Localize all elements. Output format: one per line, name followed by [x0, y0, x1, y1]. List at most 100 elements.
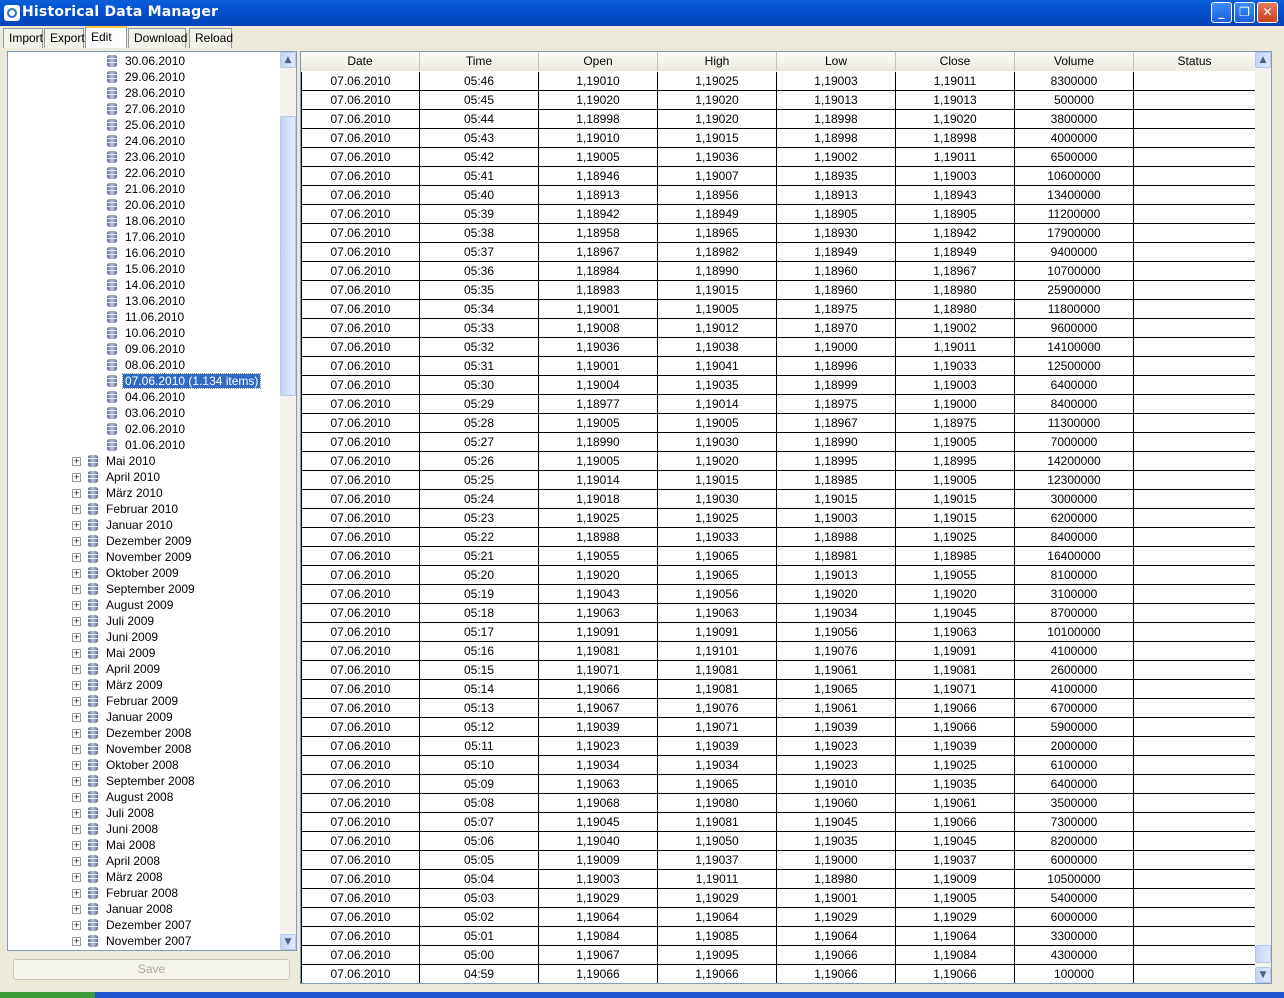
table-cell[interactable]: 6400000 [1015, 775, 1134, 794]
tree-day-item[interactable]: 23.06.2010 [107, 149, 185, 165]
table-cell[interactable]: 07.06.2010 [301, 395, 420, 414]
tree-day-item[interactable]: 14.06.2010 [107, 277, 185, 293]
tree-day-item[interactable]: 03.06.2010 [107, 405, 185, 421]
table-cell[interactable]: 1,19034 [539, 756, 658, 775]
tree-month-item[interactable]: + April 2010 [72, 469, 160, 485]
table-row[interactable]: 07.06.2010 05:41 1,18946 1,19007 1,18935 1,19… [301, 167, 1256, 186]
expand-plus-icon[interactable]: + [72, 633, 81, 642]
table-cell[interactable]: 1,19084 [896, 946, 1015, 965]
table-cell[interactable]: 1,18975 [896, 414, 1015, 433]
tree-day-item[interactable]: 10.06.2010 [107, 325, 185, 341]
table-cell[interactable]: 1,19011 [896, 72, 1015, 91]
tree-month-item[interactable]: + Mai 2009 [72, 645, 155, 661]
table-cell[interactable]: 14100000 [1015, 338, 1134, 357]
table-cell[interactable]: 1,18960 [777, 262, 896, 281]
table-cell[interactable]: 1,19091 [539, 623, 658, 642]
column-header[interactable]: Open [539, 52, 658, 71]
table-cell[interactable]: 1,19020 [777, 585, 896, 604]
tree-month-item[interactable]: + Oktober 2009 [72, 565, 179, 581]
table-cell[interactable]: 1,18983 [539, 281, 658, 300]
table-cell[interactable]: 1,19005 [658, 300, 777, 319]
table-cell[interactable]: 1,19010 [539, 72, 658, 91]
table-cell[interactable]: 1,19095 [658, 946, 777, 965]
table-cell[interactable]: 07.06.2010 [301, 376, 420, 395]
table-cell[interactable]: 1,19061 [896, 794, 1015, 813]
table-cell[interactable]: 1,19000 [896, 395, 1015, 414]
table-cell[interactable]: 07.06.2010 [301, 623, 420, 642]
table-cell[interactable]: 07.06.2010 [301, 566, 420, 585]
table-cell[interactable]: 07.06.2010 [301, 319, 420, 338]
table-row[interactable]: 07.06.2010 05:33 1,19008 1,19012 1,18970 1,19… [301, 319, 1256, 338]
table-cell[interactable]: 07.06.2010 [301, 243, 420, 262]
expand-plus-icon[interactable]: + [72, 697, 81, 706]
table-row[interactable]: 07.06.2010 05:13 1,19067 1,19076 1,19061 1,19… [301, 699, 1256, 718]
tree-month-item[interactable]: + August 2008 [72, 789, 173, 805]
table-cell[interactable]: 1,19071 [896, 680, 1015, 699]
tree-month-item[interactable]: + Mai 2008 [72, 837, 155, 853]
expand-plus-icon[interactable]: + [72, 649, 81, 658]
tree-month-item[interactable]: + Oktober 2008 [72, 757, 179, 773]
table-cell[interactable]: 1,19038 [658, 338, 777, 357]
table-cell[interactable]: 1,19065 [658, 775, 777, 794]
table-cell[interactable] [1134, 205, 1256, 224]
table-cell[interactable]: 1,19005 [896, 889, 1015, 908]
grid-scrollbar[interactable]: ▲ ▼ [1255, 52, 1271, 983]
expand-plus-icon[interactable]: + [72, 825, 81, 834]
tree-month-item[interactable]: + Mai 2010 [72, 453, 155, 469]
table-cell[interactable]: 05:20 [420, 566, 539, 585]
table-cell[interactable]: 1,18930 [777, 224, 896, 243]
expand-plus-icon[interactable]: + [72, 809, 81, 818]
tree-day-item[interactable]: 01.06.2010 [107, 437, 185, 453]
tree-month-item[interactable]: + Juli 2008 [72, 805, 154, 821]
table-cell[interactable]: 1,19005 [539, 414, 658, 433]
table-cell[interactable] [1134, 908, 1256, 927]
table-cell[interactable]: 1,19003 [777, 509, 896, 528]
table-cell[interactable] [1134, 566, 1256, 585]
table-cell[interactable]: 05:01 [420, 927, 539, 946]
table-cell[interactable]: 07.06.2010 [301, 642, 420, 661]
expand-plus-icon[interactable]: + [72, 857, 81, 866]
save-button[interactable]: Save [13, 959, 290, 980]
table-cell[interactable]: 1,19013 [777, 566, 896, 585]
table-cell[interactable] [1134, 509, 1256, 528]
table-cell[interactable]: 1,18995 [896, 452, 1015, 471]
tree-month-item[interactable]: + März 2008 [72, 869, 163, 885]
table-cell[interactable]: 4100000 [1015, 680, 1134, 699]
table-cell[interactable]: 1,19056 [777, 623, 896, 642]
table-row[interactable]: 07.06.2010 05:19 1,19043 1,19056 1,19020 1,19… [301, 585, 1256, 604]
table-row[interactable]: 07.06.2010 05:00 1,19067 1,19095 1,19066 1,19… [301, 946, 1256, 965]
table-cell[interactable] [1134, 414, 1256, 433]
table-cell[interactable] [1134, 699, 1256, 718]
table-cell[interactable]: 05:27 [420, 433, 539, 452]
table-cell[interactable]: 10700000 [1015, 262, 1134, 281]
expand-plus-icon[interactable]: + [72, 841, 81, 850]
table-cell[interactable]: 14200000 [1015, 452, 1134, 471]
table-cell[interactable]: 07.06.2010 [301, 870, 420, 889]
table-row[interactable]: 07.06.2010 05:27 1,18990 1,19030 1,18990 1,19… [301, 433, 1256, 452]
table-cell[interactable]: 1,19005 [896, 471, 1015, 490]
table-cell[interactable] [1134, 167, 1256, 186]
table-cell[interactable]: 05:21 [420, 547, 539, 566]
table-row[interactable]: 07.06.2010 05:37 1,18967 1,18982 1,18949 1,18… [301, 243, 1256, 262]
table-cell[interactable]: 1,18984 [539, 262, 658, 281]
table-cell[interactable] [1134, 129, 1256, 148]
table-cell[interactable]: 1,19045 [896, 604, 1015, 623]
tree-day-item[interactable]: 07.06.2010 (1.134 items) [107, 373, 262, 389]
table-cell[interactable]: 1,18998 [896, 129, 1015, 148]
column-header[interactable]: Date [301, 52, 420, 71]
table-cell[interactable]: 1,18998 [539, 110, 658, 129]
table-cell[interactable]: 05:31 [420, 357, 539, 376]
tree-scroll-thumb[interactable] [280, 116, 296, 396]
table-row[interactable]: 07.06.2010 05:08 1,19068 1,19080 1,19060 1,19… [301, 794, 1256, 813]
table-cell[interactable]: 05:03 [420, 889, 539, 908]
table-cell[interactable] [1134, 832, 1256, 851]
table-cell[interactable] [1134, 946, 1256, 965]
table-cell[interactable]: 05:14 [420, 680, 539, 699]
tree-month-item[interactable]: + April 2008 [72, 853, 160, 869]
column-header[interactable]: Close [896, 52, 1015, 71]
table-cell[interactable] [1134, 870, 1256, 889]
table-row[interactable]: 07.06.2010 05:01 1,19084 1,19085 1,19064 1,19… [301, 927, 1256, 946]
table-cell[interactable]: 11800000 [1015, 300, 1134, 319]
table-cell[interactable]: 1,19055 [896, 566, 1015, 585]
table-cell[interactable]: 8400000 [1015, 395, 1134, 414]
